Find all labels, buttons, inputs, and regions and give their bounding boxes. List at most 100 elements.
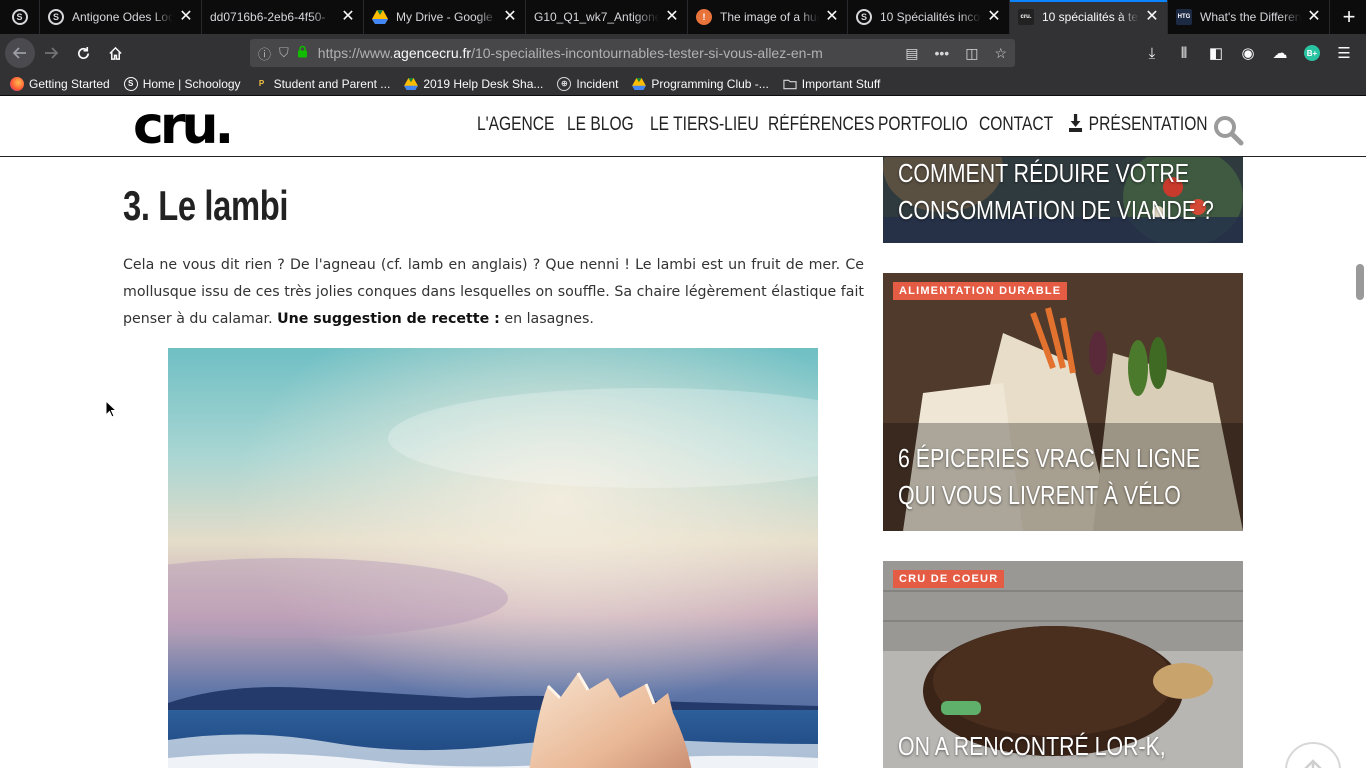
tab-antigone-pdf[interactable]: G10_Q1_wk7_Antigone.p ✕ xyxy=(526,0,688,34)
menu-item-contact[interactable]: CONTACT xyxy=(979,114,1053,136)
card-title: ON A RENCONTRÉ LOR-K, L'ARTISTE ANTI- xyxy=(898,731,1166,761)
download-icon: ⤓ xyxy=(1148,44,1156,62)
tab-document-id[interactable]: dd0716b6-2eb6-4f50- ✕ xyxy=(202,0,364,34)
sidebar-card-viande[interactable]: COMMENT RÉDUIRE VOTRE CONSOMMATION DE VI… xyxy=(883,157,1243,243)
close-icon[interactable]: ✕ xyxy=(665,9,679,25)
bookmark-help-desk[interactable]: 2019 Help Desk Sha... xyxy=(404,77,543,91)
scrollbar-thumb[interactable] xyxy=(1356,264,1364,300)
bookmark-label: Important Stuff xyxy=(801,76,881,91)
back-button[interactable] xyxy=(5,38,35,68)
tab-image-hug[interactable]: ! The image of a hug ✕ xyxy=(688,0,848,34)
library-icon: ⫴ xyxy=(1180,44,1188,62)
sidebar-button[interactable]: ◧ xyxy=(1200,37,1232,69)
menu-item-label: PRÉSENTATION xyxy=(1088,114,1208,135)
tab-specialites-schoology[interactable]: S 10 Spécialités inco ✕ xyxy=(848,0,1010,34)
mouse-cursor-icon xyxy=(105,400,117,418)
arrow-up-icon xyxy=(1304,759,1322,768)
readability-icon: ! xyxy=(696,9,712,25)
close-icon[interactable]: ✕ xyxy=(503,9,517,25)
cloud-icon: ☁ xyxy=(1272,45,1288,62)
bookmark-incident[interactable]: ⊕ Incident xyxy=(557,76,619,91)
bookmark-label: Home | Schoology xyxy=(142,76,241,91)
tab-title: dd0716b6-2eb6-4f50- xyxy=(210,10,326,24)
bookmark-label: Student and Parent ... xyxy=(273,76,391,91)
menu-item-portfolio[interactable]: PORTFOLIO xyxy=(878,114,968,136)
menu-item-blog[interactable]: LE BLOG xyxy=(567,114,634,136)
paragraph-text-end: en lasagnes. xyxy=(504,311,594,327)
menu-item-references[interactable]: RÉFÉRENCES xyxy=(768,114,874,136)
account-icon: ◉ xyxy=(1241,45,1255,62)
close-icon[interactable]: ✕ xyxy=(179,9,193,25)
arrow-right-icon xyxy=(45,47,58,59)
tab-title: What's the Differen xyxy=(1200,10,1301,24)
tab-antigone-odes[interactable]: S Antigone Odes Loo ✕ xyxy=(40,0,202,34)
tab-title: 10 spécialités à tes xyxy=(1042,10,1139,24)
toolbar-actions: ⤓ ⫴ ◧ ◉ ☁ B+ ☰ xyxy=(1136,37,1360,69)
new-tab-button[interactable]: + xyxy=(1332,0,1366,34)
more-actions-icon[interactable]: ••• xyxy=(934,45,949,61)
menu-item-tiers-lieu[interactable]: LE TIERS-LIEU xyxy=(650,114,759,136)
card-category-badge[interactable]: ALIMENTATION DURABLE xyxy=(893,282,1068,300)
menu-button[interactable]: ☰ xyxy=(1328,37,1360,69)
extension-button[interactable]: ☁ xyxy=(1264,37,1296,69)
card-title: 6 ÉPICERIES VRAC EN LIGNE QUI VOUS LIVRE… xyxy=(898,443,1201,510)
url-bar[interactable]: ⓘ ⛉ https://www.agencecru.fr/10-speciali… xyxy=(250,39,1015,67)
bookmark-label: 2019 Help Desk Sha... xyxy=(423,76,544,91)
url-text[interactable]: https://www.agencecru.fr/10-specialites-… xyxy=(318,45,858,61)
tab-specialites-active[interactable]: cru. 10 spécialités à tes ✕ xyxy=(1010,0,1168,34)
tab-my-drive[interactable]: My Drive - Google D ✕ xyxy=(364,0,526,34)
close-icon[interactable]: ✕ xyxy=(987,9,1001,25)
tracking-shield-icon[interactable]: ⛉ xyxy=(279,45,289,61)
schoology-icon: S xyxy=(856,9,872,25)
bookmark-getting-started[interactable]: Getting Started xyxy=(10,76,110,91)
reader-view-icon[interactable]: ▤ xyxy=(905,45,918,62)
close-icon[interactable]: ✕ xyxy=(1307,9,1321,25)
menu-item-presentation[interactable]: PRÉSENTATION xyxy=(1069,114,1208,136)
arrow-left-icon xyxy=(13,47,26,59)
close-icon[interactable]: ✕ xyxy=(825,9,839,25)
google-drive-icon xyxy=(632,77,647,91)
hamburger-icon: ☰ xyxy=(1337,45,1351,62)
bookmark-star-icon[interactable]: ☆ xyxy=(994,45,1007,62)
bookmark-programming-club[interactable]: Programming Club -... xyxy=(632,76,769,91)
account-button[interactable]: ◉ xyxy=(1232,37,1264,69)
bookmark-label: Incident xyxy=(576,76,619,91)
close-icon[interactable]: ✕ xyxy=(1145,9,1159,25)
bookmark-important-stuff[interactable]: Important Stuff xyxy=(783,76,881,91)
tab-bar: S S Antigone Odes Loo ✕ dd0716b6-2eb6-4f… xyxy=(0,0,1366,34)
article-heading: 3. Le lambi xyxy=(123,182,289,229)
tab-title: Antigone Odes Loo xyxy=(72,10,173,24)
sidebar-card-epiceries[interactable]: ALIMENTATION DURABLE 6 ÉPICERIES VRAC EN… xyxy=(883,273,1243,531)
firefox-icon xyxy=(10,76,24,91)
grammarly-icon: B+ xyxy=(1304,45,1320,61)
bookmark-student-parent[interactable]: P Student and Parent ... xyxy=(255,76,391,91)
bookmark-label: Getting Started xyxy=(29,76,110,91)
info-icon[interactable]: ⓘ xyxy=(258,44,271,63)
globe-icon: ⊕ xyxy=(557,76,572,91)
sidebar-icon: ◧ xyxy=(1208,45,1224,62)
tab-pinned-schoology[interactable]: S xyxy=(0,0,40,34)
grammarly-button[interactable]: B+ xyxy=(1296,37,1328,69)
close-icon[interactable]: ✕ xyxy=(341,9,355,25)
library-button[interactable]: ⫴ xyxy=(1168,37,1200,69)
menu-item-agence[interactable]: L'AGENCE xyxy=(477,114,554,136)
main-menu: L'AGENCE LE BLOG LE TIERS-LIEU RÉFÉRENCE… xyxy=(477,114,1231,136)
forward-button[interactable] xyxy=(35,37,67,69)
sidebar-card-lor-k[interactable]: CRU DE COEUR ON A RENCONTRÉ LOR-K, L'ART… xyxy=(883,561,1243,768)
downloads-button[interactable]: ⤓ xyxy=(1136,37,1168,69)
card-category-badge[interactable]: CRU DE COEUR xyxy=(893,570,1005,588)
bookmark-home-schoology[interactable]: S Home | Schoology xyxy=(123,76,241,91)
bookmark-label: Programming Club -... xyxy=(651,76,769,91)
web-page: cru. L'AGENCE LE BLOG LE TIERS-LIEU RÉFÉ… xyxy=(0,96,1366,768)
reload-button[interactable] xyxy=(67,37,99,69)
search-icon[interactable] xyxy=(1212,114,1244,146)
pocket-icon[interactable]: ◫ xyxy=(965,45,978,62)
tab-whats-the-difference[interactable]: HTG What's the Differen ✕ xyxy=(1168,0,1330,34)
site-logo[interactable]: cru. xyxy=(133,98,234,154)
home-button[interactable] xyxy=(99,37,131,69)
back-to-top-button[interactable] xyxy=(1285,742,1341,768)
bookmarks-toolbar: Getting Started S Home | Schoology P Stu… xyxy=(0,72,1366,96)
lock-icon[interactable] xyxy=(297,45,308,61)
p-icon: P xyxy=(258,79,265,88)
schoology-icon: S xyxy=(11,9,28,25)
